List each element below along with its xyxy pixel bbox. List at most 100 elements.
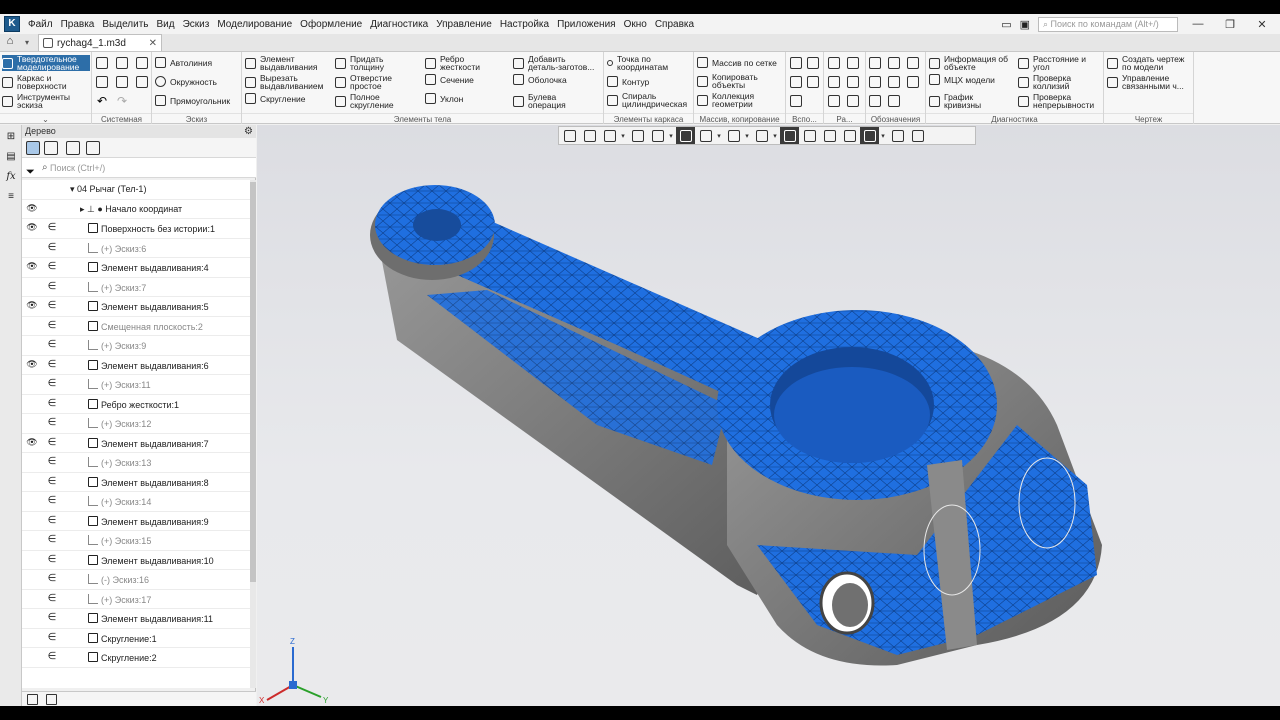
notation-icon-5[interactable]	[888, 76, 900, 88]
tree-node[interactable]: Элемент выдавливания:8	[88, 476, 209, 488]
contour-button[interactable]: Контур	[607, 76, 649, 87]
tree-node[interactable]: Скругление:2	[88, 652, 157, 663]
copy-objects-button[interactable]: Копировать объекты	[697, 73, 758, 89]
aux-axis-icon[interactable]	[807, 57, 819, 69]
include-icon[interactable]: ∈	[47, 632, 57, 643]
diag-tool-button[interactable]: МЦХ модели	[929, 74, 995, 85]
section-icon[interactable]	[752, 127, 771, 144]
expand-icon[interactable]: ▾	[70, 184, 77, 194]
ra-icon-3[interactable]	[828, 76, 840, 88]
tree-row[interactable]: 👁 ∈ Поверхность без истории:1	[22, 219, 250, 239]
section-dropdown-icon[interactable]: ▾	[771, 132, 779, 140]
body-tool-button[interactable]: Булева операция	[513, 93, 566, 109]
display-dropdown-icon[interactable]: ▾	[715, 132, 723, 140]
visibility-icon[interactable]: 👁	[26, 261, 38, 272]
tree-row[interactable]: ∈ Скругление:1	[22, 629, 250, 648]
tree-node[interactable]: Элемент выдавливания:4	[88, 262, 209, 273]
tree-node[interactable]: (+) Эскиз:11	[88, 379, 151, 390]
tree-order-icon[interactable]	[44, 141, 58, 155]
tree-node[interactable]: (+) Эскиз:7	[88, 281, 146, 293]
print-icon[interactable]	[96, 76, 108, 88]
tree-row[interactable]: ∈ (+) Эскиз:12	[22, 414, 250, 434]
notation-icon-8[interactable]	[888, 95, 900, 107]
minimize-button[interactable]: —	[1186, 18, 1210, 30]
menu-item[interactable]: Вид	[153, 19, 179, 30]
menu-item[interactable]: Оформление	[296, 19, 366, 30]
ra-icon-2[interactable]	[847, 57, 859, 69]
tree-row[interactable]: ∈ (+) Эскиз:7	[22, 278, 250, 297]
circle-button[interactable]: Окружность	[155, 76, 217, 87]
linked-drawings-button[interactable]: Управление связанными ч...	[1107, 74, 1184, 90]
view-options-icon[interactable]	[560, 127, 579, 144]
diag-tool-button[interactable]: Проверка непрерывности	[1018, 93, 1094, 109]
tree-node[interactable]: Скругление:1	[88, 632, 157, 644]
notation-icon-3[interactable]	[907, 57, 919, 69]
tree-node[interactable]: (+) Эскиз:13	[88, 457, 151, 468]
mode-solid-modeling[interactable]: Твердотельное моделирование	[2, 55, 90, 71]
spiral-button[interactable]: Спираль цилиндрическая	[607, 92, 687, 108]
tree-node[interactable]: (+) Эскиз:15	[88, 535, 151, 546]
include-icon[interactable]: ∈	[47, 651, 57, 662]
select-frame-icon[interactable]	[820, 127, 839, 144]
copy-icon[interactable]	[116, 76, 128, 88]
tree-row[interactable]: 👁 ∈ Элемент выдавливания:5	[22, 297, 250, 317]
tab-document[interactable]: rychag4_1.m3d ✕	[38, 34, 162, 51]
menu-item[interactable]: Файл	[24, 19, 57, 30]
include-icon[interactable]: ∈	[47, 339, 57, 350]
display-mode-icon[interactable]	[696, 127, 715, 144]
include-icon[interactable]: ∈	[47, 261, 57, 272]
filter-icon[interactable]: ⏷	[26, 162, 35, 182]
body-tool-button[interactable]: Придать толщину	[335, 55, 384, 71]
select-icon[interactable]	[800, 127, 819, 144]
orientation-dropdown-icon[interactable]: ▾	[667, 132, 675, 140]
menu-item[interactable]: Окно	[620, 19, 651, 30]
tree-node[interactable]: Элемент выдавливания:11	[88, 613, 213, 624]
menu-item[interactable]: Эскиз	[179, 19, 214, 30]
tree-row[interactable]: 👁 ∈ Элемент выдавливания:4	[22, 258, 250, 278]
view-orient-icon[interactable]	[580, 127, 599, 144]
menu-item[interactable]: Справка	[651, 19, 698, 30]
command-search-input[interactable]: ⌕ Поиск по командам (Alt+/)	[1038, 16, 1178, 32]
redo-icon[interactable]: ↷	[117, 94, 127, 108]
tree-tab-icon[interactable]	[27, 694, 38, 705]
ribbon-collapse[interactable]: ⌄	[0, 113, 91, 124]
save-icon[interactable]	[136, 57, 148, 69]
autoline-button[interactable]: Автолиния	[155, 57, 212, 68]
aux-line-icon[interactable]	[790, 95, 802, 107]
tree-node[interactable]: Элемент выдавливания:6	[88, 359, 209, 371]
filter-dropdown-icon[interactable]: ▾	[879, 132, 887, 140]
menu-item[interactable]: Моделирование	[213, 19, 296, 30]
tree-node[interactable]: Поверхность без истории:1	[88, 223, 215, 234]
tree-node[interactable]: ▸ ⊥ ● Начало координат	[80, 204, 182, 215]
diag-tool-button[interactable]: График кривизны	[929, 93, 981, 109]
edit-icon[interactable]	[908, 127, 927, 144]
tree-node[interactable]: (+) Эскиз:17	[88, 593, 151, 605]
big-bore-wall[interactable]	[774, 367, 930, 463]
home-icon[interactable]: ⌂	[0, 35, 20, 51]
orientation-icon[interactable]	[648, 127, 667, 144]
tree-row[interactable]: 👁 ▸ ⊥ ● Начало координат	[22, 200, 250, 219]
rectangle-button[interactable]: Прямоугольник	[155, 95, 230, 106]
body-tool-button[interactable]: Отверстие простое	[335, 74, 392, 90]
tree-row[interactable]: 👁 ∈ Элемент выдавливания:7	[22, 434, 250, 453]
include-icon[interactable]: ∈	[47, 417, 57, 428]
tree-node[interactable]: (-) Эскиз:16	[88, 574, 149, 585]
tree-row[interactable]: ∈ Элемент выдавливания:8	[22, 473, 250, 492]
create-drawing-button[interactable]: Создать чертеж по модели	[1107, 55, 1184, 71]
tree-row[interactable]: ∈ Элемент выдавливания:11	[22, 609, 250, 629]
body-tool-button[interactable]: Элемент выдавливания	[245, 55, 318, 71]
notation-icon-1[interactable]	[869, 57, 881, 69]
body-tool-button[interactable]: Уклон	[425, 93, 463, 104]
list-tab-icon[interactable]	[46, 694, 57, 705]
ra-icon-6[interactable]	[847, 95, 859, 107]
mode-sketch-tools[interactable]: Инструменты эскиза	[2, 93, 90, 109]
tree-row[interactable]: 👁 ∈ Элемент выдавливания:6	[22, 356, 250, 375]
aux-point-icon[interactable]	[790, 76, 802, 88]
tree-node[interactable]: (+) Эскиз:14	[88, 496, 151, 507]
tree-relations-icon[interactable]	[66, 141, 80, 155]
variables-icon[interactable]: fx	[4, 171, 18, 185]
hide-dropdown-icon[interactable]: ▾	[743, 132, 751, 140]
body-tool-button[interactable]: Скругление	[245, 93, 306, 104]
paste-icon[interactable]	[136, 76, 148, 88]
tree-row[interactable]: ∈ (+) Эскиз:15	[22, 531, 250, 551]
